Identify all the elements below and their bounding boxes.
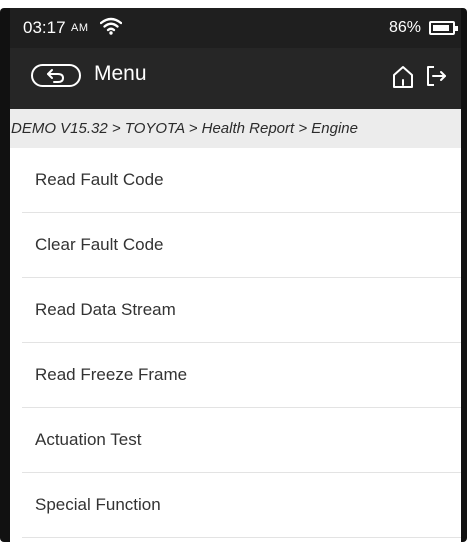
menu-item-clear-fault-code[interactable]: Clear Fault Code: [22, 213, 461, 278]
home-icon[interactable]: [392, 65, 414, 89]
menu-item-label: Special Function: [35, 495, 161, 514]
menu-item-read-data-stream[interactable]: Read Data Stream: [22, 278, 461, 343]
menu-item-label: Read Data Stream: [35, 300, 176, 319]
menu-item-read-fault-code[interactable]: Read Fault Code: [22, 148, 461, 213]
menu-item-label: Actuation Test: [35, 430, 142, 449]
status-bar: 03:17 AM 86%: [10, 8, 461, 48]
menu-item-special-function[interactable]: Special Function: [22, 473, 461, 538]
status-time: 03:17: [23, 18, 66, 37]
back-button[interactable]: [31, 64, 81, 87]
device-frame: 03:17 AM 86% Menu DEMO V15.32 > TOYOTA >…: [0, 8, 467, 542]
menu-item-actuation-test[interactable]: Actuation Test: [22, 408, 461, 473]
header-bar: Menu: [10, 48, 461, 109]
status-ampm: AM: [71, 22, 89, 34]
menu-item-label: Read Fault Code: [35, 170, 164, 189]
screen: 03:17 AM 86% Menu DEMO V15.32 > TOYOTA >…: [10, 8, 461, 542]
page-title: Menu: [94, 62, 147, 85]
battery-icon: [429, 21, 458, 35]
battery-percent: 86%: [388, 19, 421, 36]
breadcrumb: DEMO V15.32 > TOYOTA > Health Report > E…: [10, 109, 461, 148]
wifi-icon: [100, 17, 122, 35]
menu-item-label: Clear Fault Code: [35, 235, 164, 254]
exit-icon[interactable]: [425, 65, 447, 87]
menu-list: Read Fault Code Clear Fault Code Read Da…: [10, 148, 461, 538]
back-arrow-icon: [47, 69, 65, 83]
menu-item-read-freeze-frame[interactable]: Read Freeze Frame: [22, 343, 461, 408]
menu-item-label: Read Freeze Frame: [35, 365, 188, 384]
